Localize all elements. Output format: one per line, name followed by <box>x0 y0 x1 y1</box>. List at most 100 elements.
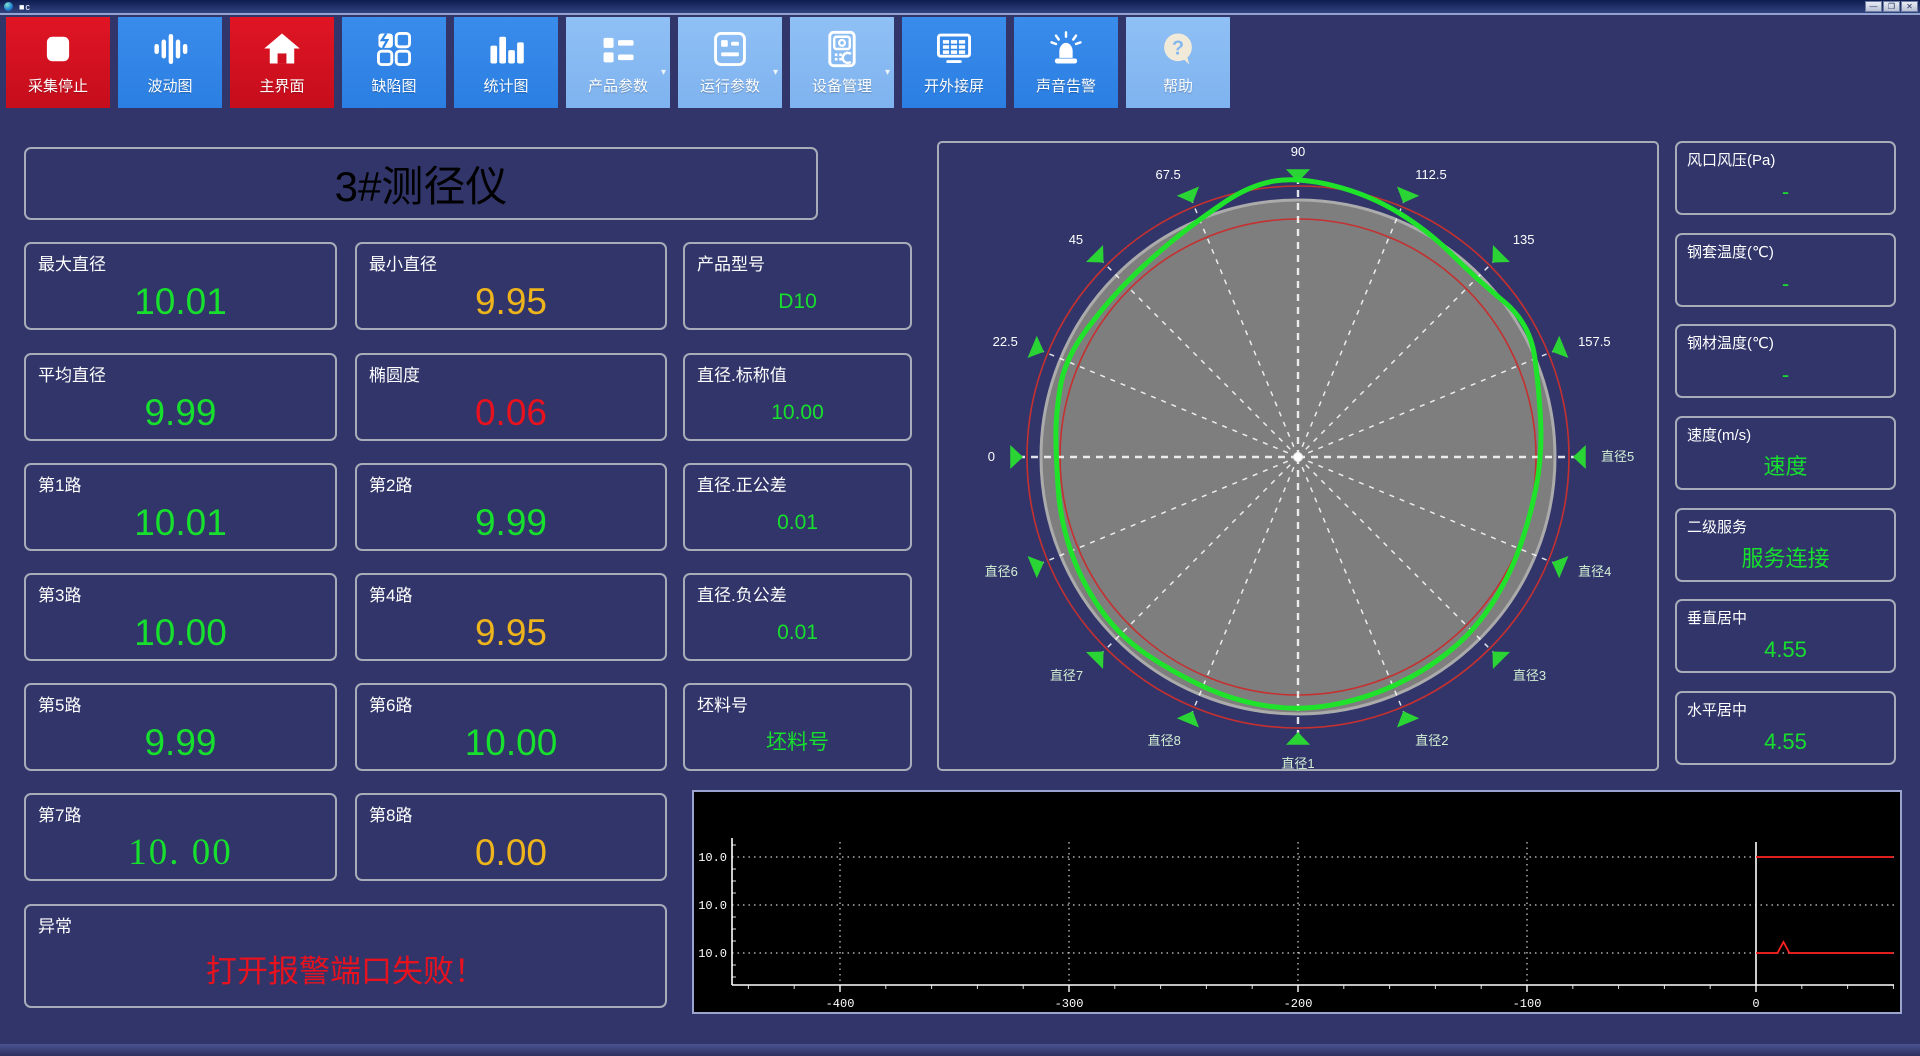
toolbar-button-4[interactable]: 缺陷图 <box>342 17 446 108</box>
svg-text:?: ? <box>1172 38 1184 60</box>
measure-card-坯料号: 坯料号 坯料号 <box>683 683 912 771</box>
diameter-trend-chart: 10.0 10.0 10.0 -400 -300 -200 -100 0 <box>692 790 1902 1014</box>
toolbar-button-label: 声音告警 <box>1035 78 1096 95</box>
maximize-button[interactable]: ❐ <box>1883 1 1900 12</box>
measure-card-最大直径: 最大直径 10.01 <box>24 242 337 330</box>
toolbar-button-label: 产品参数 <box>587 78 648 95</box>
toolbar-button-11[interactable]: ? 帮助 <box>1126 17 1230 108</box>
product-params-icon <box>598 27 638 71</box>
y-tick-label: 10.0 <box>698 899 727 913</box>
card-label: 产品型号 <box>697 255 765 274</box>
measure-card-第4路: 第4路 9.95 <box>355 573 667 661</box>
home-icon <box>262 27 302 71</box>
toolbar-button-3[interactable]: 主界面 <box>230 17 334 108</box>
measure-card-第8路: 第8路 0.00 <box>355 793 667 881</box>
x-tick-label: -100 <box>1513 997 1542 1011</box>
card-label: 第4路 <box>369 586 413 605</box>
measure-card-直径.正公差: 直径.正公差 0.01 <box>683 463 912 551</box>
toolbar-button-label: 帮助 <box>1162 78 1193 95</box>
card-value: 10.00 <box>464 722 558 763</box>
card-label: 平均直径 <box>38 366 106 385</box>
diameter-label: 直径5 <box>1601 449 1634 464</box>
minimize-button[interactable]: — <box>1865 1 1882 12</box>
gauge-title: 3#测径仪 <box>334 163 508 210</box>
series-实测 <box>1756 940 1894 954</box>
status-value: 服务连接 <box>1741 545 1830 571</box>
angle-label: 22.5 <box>993 334 1018 349</box>
diameter-label: 直径7 <box>1050 668 1083 683</box>
card-value: 10. 00 <box>128 832 233 873</box>
angle-marker-icon <box>1396 711 1420 728</box>
card-value: 10.01 <box>134 502 227 543</box>
toolbar-button-2[interactable]: 波动图 <box>118 17 222 108</box>
toolbar-button-1[interactable]: 采集停止 <box>6 17 110 108</box>
card-label: 直径.负公差 <box>697 586 787 605</box>
x-tick-label: 0 <box>1752 997 1759 1011</box>
status-label: 钢套温度(℃) <box>1687 244 1774 261</box>
siren-icon <box>1046 27 1086 71</box>
status-card-风口风压(Pa): 风口风压(Pa) - <box>1675 141 1896 215</box>
toolbar-button-label: 波动图 <box>147 78 193 95</box>
card-label: 直径.正公差 <box>697 476 787 495</box>
x-tick-label: -200 <box>1284 997 1313 1011</box>
diameter-label: 直径6 <box>985 564 1018 579</box>
dropdown-arrow-icon[interactable]: ▾ <box>661 67 666 78</box>
toolbar-button-8[interactable]: 设备管理 ▾ <box>790 17 894 108</box>
toolbar-button-10[interactable]: 声音告警 <box>1014 17 1118 108</box>
status-card-钢套温度(℃): 钢套温度(℃) - <box>1675 233 1896 307</box>
card-label: 第8路 <box>369 806 413 825</box>
bar-chart-icon <box>486 27 526 71</box>
toolbar-button-label: 运行参数 <box>699 78 760 95</box>
run-params-icon <box>710 27 750 71</box>
angle-marker-icon <box>1027 335 1044 359</box>
toolbar-button-label: 开外接屏 <box>923 78 984 95</box>
toolbar-button-5[interactable]: 统计图 <box>454 17 558 108</box>
y-tick-label: 10.0 <box>698 947 727 961</box>
card-value: 0.01 <box>777 621 818 644</box>
status-label: 二级服务 <box>1687 519 1748 536</box>
toolbar-button-7[interactable]: 运行参数 ▾ <box>678 17 782 108</box>
status-label: 垂直居中 <box>1687 610 1748 627</box>
toolbar-button-label: 统计图 <box>483 78 529 95</box>
angle-marker-icon <box>1573 444 1586 470</box>
alarm-label: 异常 <box>38 917 72 936</box>
measure-card-第3路: 第3路 10.00 <box>24 573 337 661</box>
window-bottom-frame <box>0 1044 1920 1056</box>
toolbar-button-label: 缺陷图 <box>371 78 417 95</box>
card-label: 最小直径 <box>369 255 437 274</box>
card-label: 坯料号 <box>697 696 748 715</box>
status-label: 水平居中 <box>1687 702 1748 719</box>
measure-card-直径.负公差: 直径.负公差 0.01 <box>683 573 912 661</box>
card-value: 10.00 <box>134 612 227 653</box>
status-value: 4.55 <box>1764 636 1807 662</box>
card-value: 9.95 <box>474 281 547 322</box>
titlebar: ■c — ❐ ✕ <box>0 0 1920 15</box>
card-value: 0.06 <box>474 392 547 433</box>
toolbar-button-label: 采集停止 <box>27 78 88 95</box>
angle-marker-icon <box>1492 245 1510 263</box>
measure-card-第6路: 第6路 10.00 <box>355 683 667 771</box>
status-label: 钢材温度(℃) <box>1687 335 1774 352</box>
close-button[interactable]: ✕ <box>1901 1 1918 12</box>
status-card-钢材温度(℃): 钢材温度(℃) - <box>1675 324 1896 398</box>
dropdown-arrow-icon[interactable]: ▾ <box>885 67 890 78</box>
status-card-水平居中: 水平居中 4.55 <box>1675 691 1896 765</box>
angle-marker-icon <box>1285 732 1311 745</box>
card-value: 9.99 <box>474 502 547 543</box>
angle-label: 135 <box>1513 232 1535 247</box>
toolbar-button-6[interactable]: 产品参数 ▾ <box>566 17 670 108</box>
status-card-速度(m/s): 速度(m/s) 速度 <box>1675 416 1896 490</box>
alarm-message: 打开报警端口失败！ <box>206 954 485 989</box>
angle-marker-icon <box>1176 186 1200 203</box>
measure-card-第7路: 第7路 10. 00 <box>24 793 337 881</box>
card-value: D10 <box>778 290 817 313</box>
card-label: 第7路 <box>38 806 82 825</box>
angle-label: 67.5 <box>1155 167 1180 182</box>
gauge-title-card: 3#测径仪 <box>24 147 818 220</box>
stop-icon <box>38 27 78 71</box>
toolbar-button-9[interactable]: 开外接屏 <box>902 17 1006 108</box>
dropdown-arrow-icon[interactable]: ▾ <box>773 67 778 78</box>
angle-label: 90 <box>1291 144 1305 159</box>
window-controls: — ❐ ✕ <box>1865 1 1918 12</box>
center-dot <box>1294 453 1302 461</box>
